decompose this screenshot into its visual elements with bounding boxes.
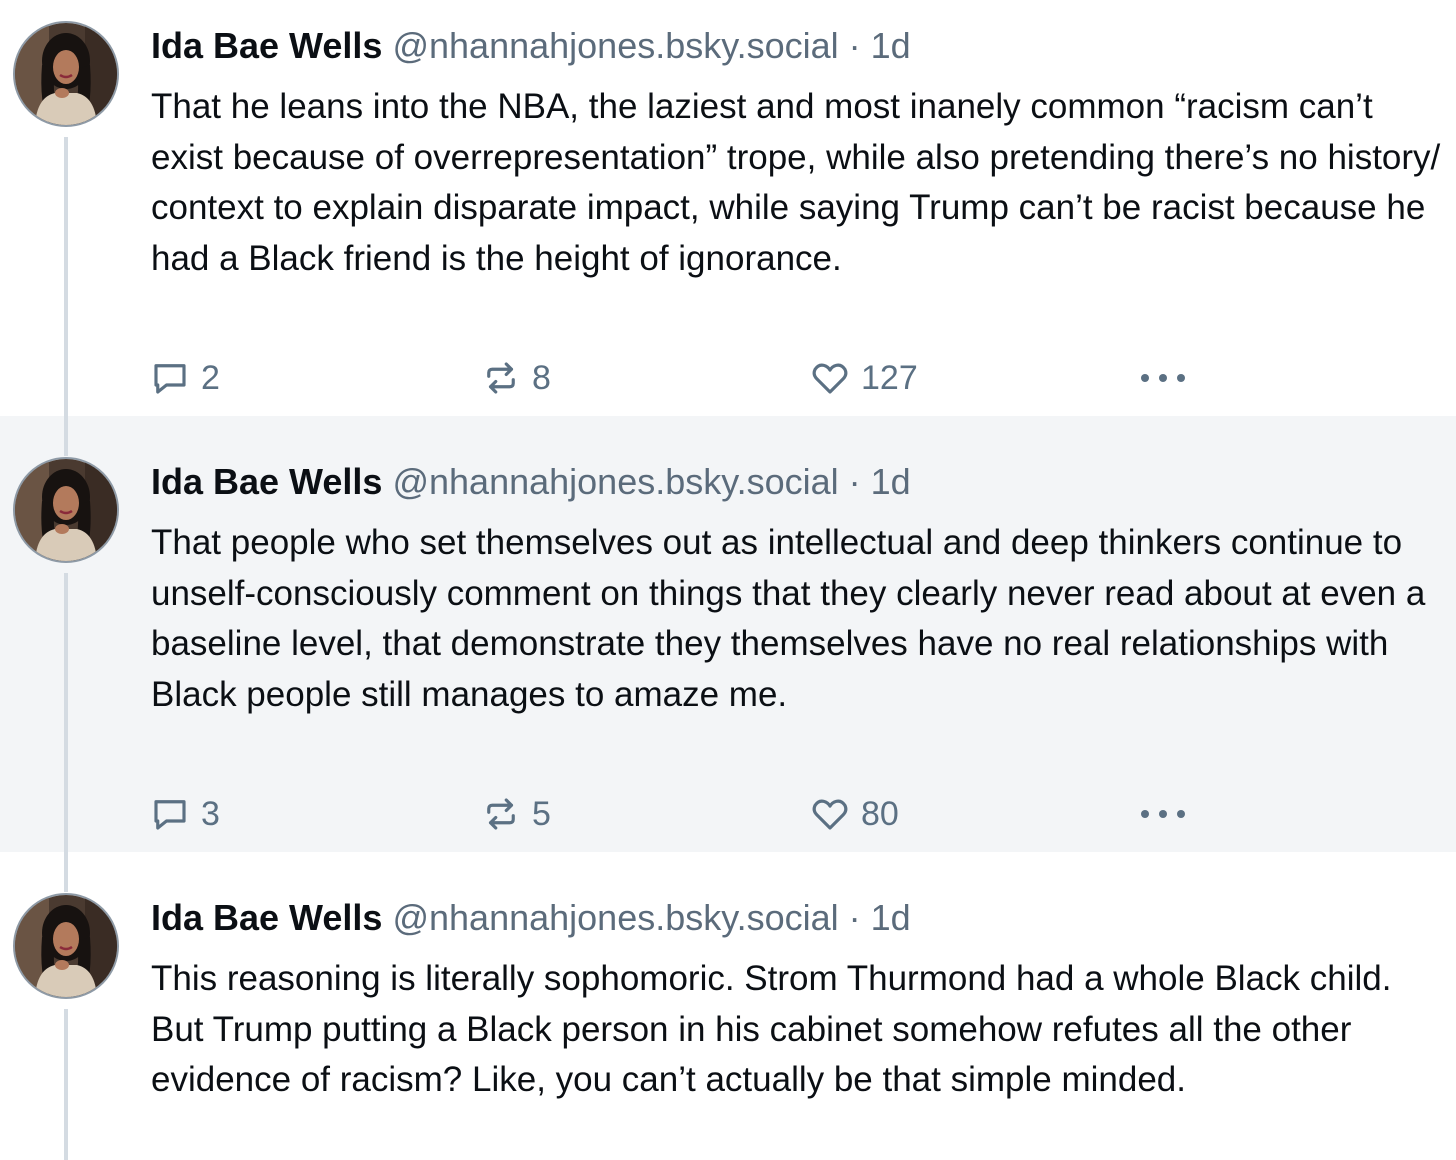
author-handle[interactable]: @nhannahjones.bsky.social [392,461,838,502]
like-count: 127 [861,358,918,397]
post-timestamp[interactable]: 1d [871,25,911,66]
post-header: Ida Bae Wells @nhannahjones.bsky.social … [151,460,911,504]
author-handle[interactable]: @nhannahjones.bsky.social [392,897,838,938]
author-name[interactable]: Ida Bae Wells [151,897,382,938]
thread-connector-line [64,137,68,416]
separator-dot: · [848,461,861,502]
like-button[interactable]: 127 [809,356,918,400]
repost-button[interactable]: 8 [480,356,551,400]
repost-button[interactable]: 5 [480,792,551,836]
repost-count: 8 [532,358,551,397]
reply-count: 3 [201,794,220,833]
post-header: Ida Bae Wells @nhannahjones.bsky.social … [151,896,911,940]
post-timestamp[interactable]: 1d [871,897,911,938]
ellipsis-icon [1139,368,1187,388]
more-options-button[interactable] [1139,356,1187,400]
heart-icon [809,357,851,399]
author-name[interactable]: Ida Bae Wells [151,461,382,502]
avatar[interactable] [13,457,119,563]
heart-icon [809,793,851,835]
speech-bubble-icon [149,793,191,835]
thread-connector-line [64,416,68,456]
post-3[interactable]: Ida Bae Wells @nhannahjones.bsky.social … [0,852,1456,1160]
repost-arrows-icon [480,357,522,399]
reply-count: 2 [201,358,220,397]
more-options-button[interactable] [1139,792,1187,836]
post-text: This reasoning is literally sophomoric. … [151,959,1392,1099]
separator-dot: · [848,25,861,66]
post-actions: 3 5 80 [149,792,1209,836]
post-1[interactable]: Ida Bae Wells @nhannahjones.bsky.social … [0,0,1456,416]
post-text: That he leans into the NBA, the laziest … [151,87,1441,278]
thread-connector-line [64,573,68,852]
thread-connector-line [64,852,68,892]
author-handle[interactable]: @nhannahjones.bsky.social [392,25,838,66]
post-actions: 2 8 127 [149,356,1209,400]
like-count: 80 [861,794,899,833]
repost-count: 5 [532,794,551,833]
author-name[interactable]: Ida Bae Wells [151,25,382,66]
avatar[interactable] [13,893,119,999]
speech-bubble-icon [149,357,191,399]
thread-connector-line [64,1009,68,1160]
avatar[interactable] [13,21,119,127]
post-header: Ida Bae Wells @nhannahjones.bsky.social … [151,24,911,68]
post-timestamp[interactable]: 1d [871,461,911,502]
like-button[interactable]: 80 [809,792,899,836]
post-2[interactable]: Ida Bae Wells @nhannahjones.bsky.social … [0,416,1456,852]
reply-button[interactable]: 3 [149,792,220,836]
thread: Ida Bae Wells @nhannahjones.bsky.social … [0,0,1456,1160]
ellipsis-icon [1139,804,1187,824]
separator-dot: · [848,897,861,938]
post-text: That people who set themselves out as in… [151,523,1426,714]
repost-arrows-icon [480,793,522,835]
reply-button[interactable]: 2 [149,356,220,400]
